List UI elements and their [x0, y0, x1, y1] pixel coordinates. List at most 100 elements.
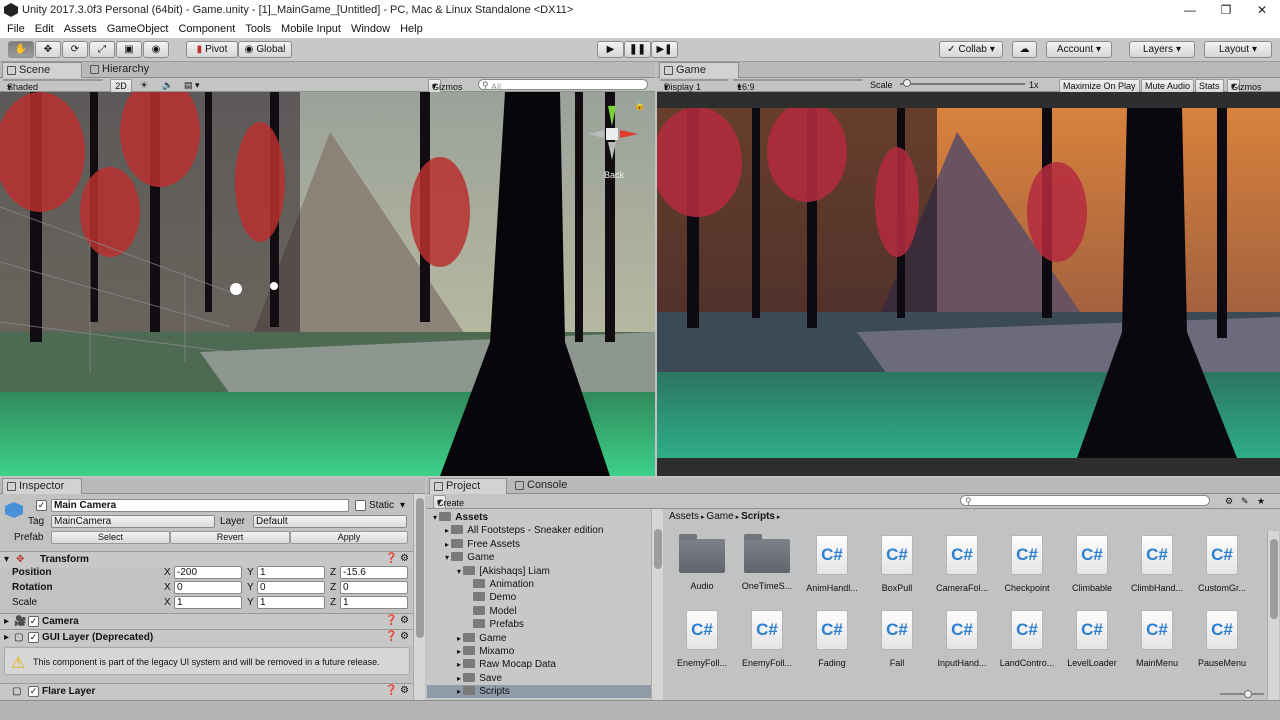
prefab-select-button[interactable]: Select [51, 531, 170, 544]
lighting-icon[interactable]: ☀ [140, 79, 148, 91]
2d-toggle[interactable]: 2D [110, 79, 132, 93]
tree-item[interactable]: Model [427, 605, 651, 618]
scene-search-input[interactable]: All [478, 79, 648, 92]
rotation-z-input[interactable]: 0 [340, 581, 408, 594]
pause-button[interactable]: ❚❚ [624, 41, 651, 58]
asset-script[interactable]: C# Climbable [1062, 535, 1122, 593]
icon-size-slider[interactable] [1220, 690, 1264, 698]
tree-item[interactable]: ▾ Assets [427, 511, 651, 524]
game-view[interactable] [657, 92, 1280, 476]
tree-item[interactable]: ▸ Free Assets [427, 538, 651, 551]
close-icon[interactable]: ✕ [1244, 0, 1280, 20]
maximize-icon[interactable]: ❐ [1208, 0, 1244, 20]
gui-layer-enabled-checkbox[interactable]: ✓ [28, 632, 39, 643]
inspector-scrollbar-thumb[interactable] [416, 498, 424, 638]
display-dropdown[interactable]: Display 1 ▾ [660, 79, 728, 92]
asset-script[interactable]: C# ClimbHand... [1127, 535, 1187, 593]
gear-icon[interactable]: ⚙ [400, 553, 409, 564]
stats-toggle[interactable]: Stats [1195, 79, 1224, 93]
menu-file[interactable]: File [2, 23, 30, 35]
move-tool-button[interactable]: ✥ [35, 41, 61, 58]
tree-item[interactable]: ▸ All Footsteps - Sneaker edition [427, 524, 651, 537]
inspector-scrollbar[interactable] [413, 494, 425, 700]
menu-window[interactable]: Window [346, 23, 395, 35]
help-icon[interactable]: ❓ [385, 631, 397, 642]
breadcrumb-item[interactable]: Assets [669, 511, 699, 522]
assets-scrollbar-thumb[interactable] [1270, 539, 1278, 619]
help-icon[interactable]: ❓ [385, 615, 397, 626]
favorites-icon[interactable]: ★ [1257, 495, 1265, 507]
filter-label-icon[interactable]: ✎ [1241, 495, 1249, 507]
tab-scene[interactable]: Scene [2, 62, 82, 78]
maximize-on-play-toggle[interactable]: Maximize On Play [1059, 79, 1140, 93]
tree-item[interactable]: ▸ Raw Mocap Data [427, 658, 651, 671]
menu-edit[interactable]: Edit [30, 23, 59, 35]
assets-scrollbar[interactable] [1267, 531, 1279, 700]
position-x-input[interactable]: -200 [174, 566, 242, 579]
camera-enabled-checkbox[interactable]: ✓ [28, 616, 39, 627]
layers-dropdown[interactable]: Layers ▾ [1129, 41, 1195, 58]
menu-component[interactable]: Component [173, 23, 240, 35]
asset-script[interactable]: C# BoxPull [867, 535, 927, 593]
icon-size-slider-thumb[interactable] [1244, 690, 1252, 698]
tree-item[interactable]: Demo [427, 591, 651, 604]
tab-project[interactable]: Project [429, 478, 507, 494]
asset-script[interactable]: C# LandContro... [997, 610, 1057, 668]
scale-slider-thumb[interactable] [902, 79, 911, 87]
scene-gizmos-dropdown[interactable]: Gizmos ▾ [428, 79, 463, 93]
account-dropdown[interactable]: Account ▾ [1046, 41, 1112, 58]
rotation-y-input[interactable]: 0 [257, 581, 325, 594]
rotation-x-input[interactable]: 0 [174, 581, 242, 594]
tree-scrollbar[interactable] [651, 509, 663, 700]
tree-item[interactable]: ▸ Scripts [427, 685, 651, 699]
asset-script[interactable]: C# Checkpoint [997, 535, 1057, 593]
project-search-input[interactable] [960, 495, 1210, 506]
menu-help[interactable]: Help [395, 23, 428, 35]
tab-hierarchy[interactable]: Hierarchy [86, 62, 176, 78]
object-name-input[interactable]: Main Camera [51, 499, 349, 512]
gui-layer-header[interactable]: ▸ ▢ ✓ GUI Layer (Deprecated) ❓ ⚙ [0, 629, 414, 646]
asset-script[interactable]: C# Fading [802, 610, 862, 668]
tree-item[interactable]: ▸ Save [427, 672, 651, 685]
rect-tool-button[interactable]: ▣ [116, 41, 142, 58]
help-icon[interactable]: ❓ [385, 553, 397, 564]
tree-item[interactable]: Prefabs [427, 618, 651, 631]
game-gizmos-dropdown[interactable]: Gizmos ▾ [1227, 79, 1262, 93]
scale-x-input[interactable]: 1 [174, 596, 242, 609]
effects-icon[interactable]: ▤ ▾ [184, 79, 200, 91]
asset-script[interactable]: C# MainMenu [1127, 610, 1187, 668]
chevron-down-icon[interactable]: ▾ [400, 500, 405, 511]
prefab-revert-button[interactable]: Revert [170, 531, 290, 544]
tag-dropdown[interactable]: MainCamera [51, 515, 215, 528]
asset-script[interactable]: C# InputHand... [932, 610, 992, 668]
tab-game[interactable]: Game [659, 62, 739, 78]
asset-script[interactable]: C# CameraFol... [932, 535, 992, 593]
scale-slider[interactable] [900, 79, 1025, 87]
tree-scrollbar-thumb[interactable] [654, 529, 662, 569]
global-button[interactable]: ◉ Global [238, 41, 292, 58]
tab-console[interactable]: Console [511, 478, 591, 494]
active-checkbox[interactable]: ✓ [36, 500, 47, 511]
flare-layer-enabled-checkbox[interactable]: ✓ [28, 686, 39, 697]
layer-dropdown[interactable]: Default [253, 515, 407, 528]
asset-script[interactable]: C# Fall [867, 610, 927, 668]
shading-dropdown[interactable]: Shaded ▾ [3, 79, 103, 92]
gear-icon[interactable]: ⚙ [400, 615, 409, 626]
pivot-button[interactable]: ▮ Pivot [186, 41, 238, 58]
audio-icon[interactable]: 🔈 [162, 79, 173, 91]
cloud-button[interactable]: ☁ [1012, 41, 1037, 58]
tab-inspector[interactable]: Inspector [2, 478, 82, 494]
prefab-apply-button[interactable]: Apply [290, 531, 408, 544]
static-checkbox[interactable] [355, 500, 366, 511]
asset-folder[interactable]: OneTimeS... [737, 534, 797, 591]
lock-icon[interactable]: 🔒 [634, 100, 645, 111]
breadcrumb-item[interactable]: Game [706, 511, 733, 522]
play-button[interactable]: ▶ [597, 41, 624, 58]
menu-gameobject[interactable]: GameObject [102, 23, 174, 35]
asset-script[interactable]: C# PauseMenu [1192, 610, 1252, 668]
create-dropdown[interactable]: Create ▾ [433, 495, 464, 509]
transform-tool-button[interactable]: ◉ [143, 41, 169, 58]
filter-type-icon[interactable]: ⚙ [1225, 495, 1233, 507]
help-icon[interactable]: ❓ [385, 685, 397, 696]
menu-mobile-input[interactable]: Mobile Input [276, 23, 346, 35]
